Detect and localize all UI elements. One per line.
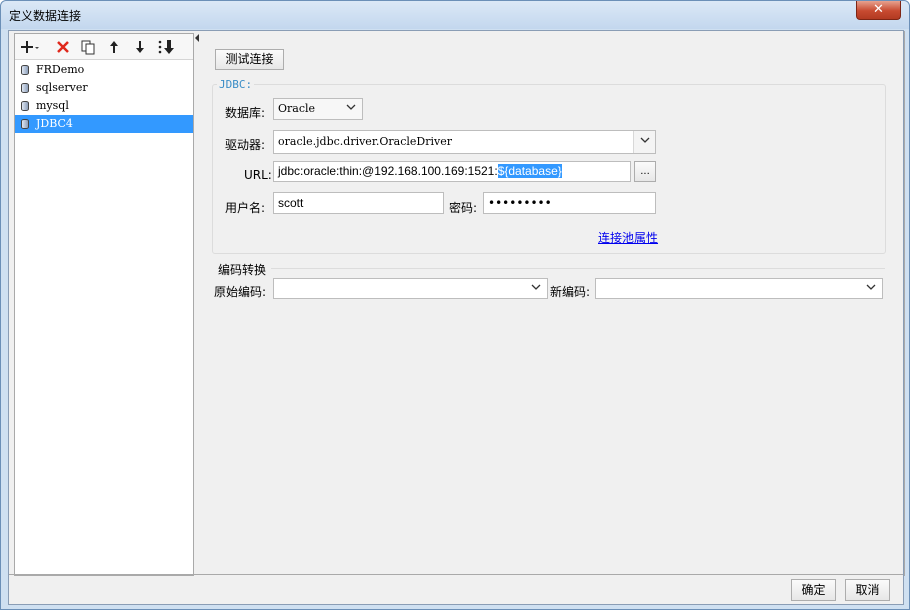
chevron-down-icon [340,99,362,119]
original-encoding-label: 原始编码: [214,285,267,299]
list-item[interactable]: sqlserver [15,79,193,97]
sort-icon[interactable] [156,38,176,56]
driver-select-value: oracle.jdbc.driver.OracleDriver [278,135,452,148]
database-select[interactable]: Oracle [273,98,363,120]
dialog-window: 定义数据连接 ✕ FRDemo sqlserver mysql JDBC4 测试… [0,0,910,610]
jdbc-group-label: JDBC: [217,78,255,91]
list-item[interactable]: mysql [15,97,193,115]
list-item[interactable]: FRDemo [15,61,193,79]
list-toolbar [15,34,193,60]
chevron-down-icon [633,131,655,153]
password-input[interactable]: ••••••••• [483,192,656,214]
list-item-label: FRDemo [36,63,85,76]
encoding-divider [271,268,885,269]
chevron-down-icon [525,279,547,298]
password-label: 密码: [449,201,478,215]
arrow-down-icon[interactable] [130,38,150,56]
database-icon [21,119,29,129]
list-item-selected[interactable]: JDBC4 [15,115,193,133]
new-encoding-label: 新编码: [550,285,591,299]
encoding-section-title: 编码转换 [218,263,267,277]
dialog-client-area: FRDemo sqlserver mysql JDBC4 测试连接 JDBC: … [8,30,905,605]
title-bar[interactable]: 定义数据连接 ✕ [1,1,909,29]
ok-button[interactable]: 确定 [791,579,836,601]
footer-divider [9,574,903,575]
username-label: 用户名: [225,201,266,215]
database-label: 数据库: [225,106,266,120]
test-connection-button[interactable]: 测试连接 [215,49,284,70]
url-input-text: jdbc:oracle:thin:@192.168.100.169:1521: [278,164,498,178]
driver-select[interactable]: oracle.jdbc.driver.OracleDriver [273,130,656,154]
database-icon [21,65,29,75]
window-title: 定义数据连接 [9,9,82,23]
close-icon: ✕ [873,2,884,17]
copy-icon[interactable] [78,38,98,56]
delete-icon[interactable] [53,38,73,56]
driver-label: 驱动器: [225,138,266,152]
url-more-button[interactable]: ... [634,161,656,182]
list-item-label: JDBC4 [36,117,73,130]
password-value: ••••••••• [488,196,552,210]
arrow-up-icon[interactable] [104,38,124,56]
close-button[interactable]: ✕ [856,1,901,20]
chevron-down-icon [860,279,882,298]
username-value: scott [278,196,304,210]
pool-properties-link[interactable]: 连接池属性 [598,229,658,246]
connection-tree: FRDemo sqlserver mysql JDBC4 [15,61,193,133]
cancel-button[interactable]: 取消 [845,579,890,601]
new-encoding-select[interactable] [595,278,883,299]
url-selected-text: ${database} [497,164,562,178]
database-icon [21,101,29,111]
database-icon [21,83,29,93]
plus-icon[interactable] [19,38,39,56]
list-item-label: mysql [36,99,69,112]
username-input[interactable]: scott [273,192,444,214]
url-label: URL: [244,168,272,182]
list-item-label: sqlserver [36,81,88,94]
url-input[interactable]: jdbc:oracle:thin:@192.168.100.169:1521:$… [273,161,631,182]
original-encoding-select[interactable] [273,278,548,299]
connection-list-panel: FRDemo sqlserver mysql JDBC4 [14,33,194,576]
database-select-value: Oracle [278,102,316,115]
